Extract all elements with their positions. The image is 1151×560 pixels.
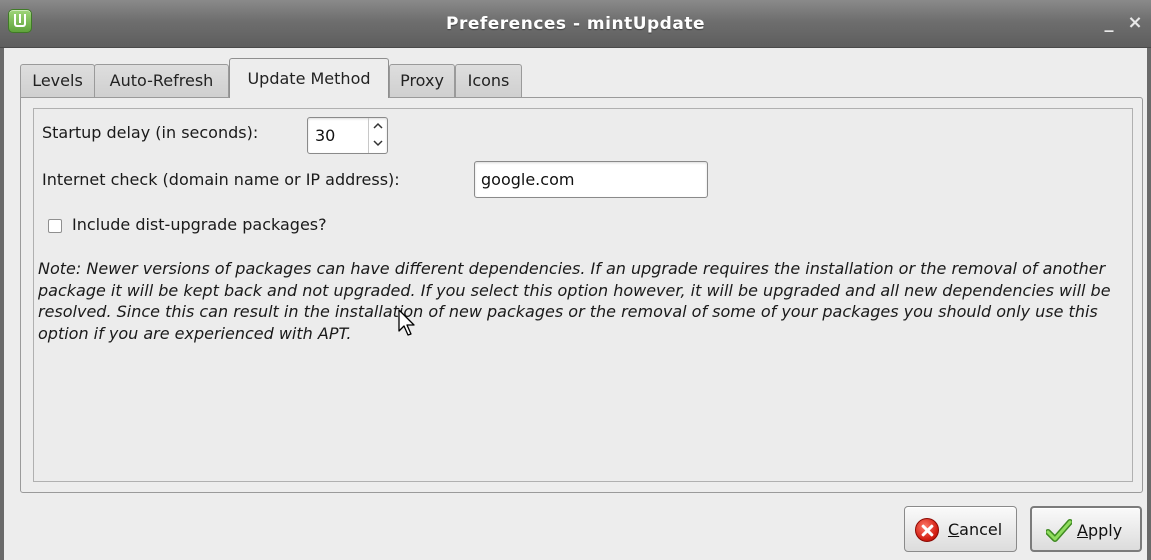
tab-levels[interactable]: Levels xyxy=(20,64,95,98)
window-title: Preferences - mintUpdate xyxy=(446,14,705,34)
close-button[interactable]: × xyxy=(1124,12,1146,34)
spin-down-icon[interactable] xyxy=(369,135,387,152)
spin-up-icon[interactable] xyxy=(369,118,387,135)
checkmark-icon xyxy=(1045,519,1073,543)
startup-delay-spinner[interactable]: 30 xyxy=(307,117,388,154)
cancel-label: Cancel xyxy=(948,520,1002,539)
cancel-button[interactable]: Cancel xyxy=(904,506,1017,552)
internet-check-input[interactable] xyxy=(474,161,708,198)
dist-upgrade-label[interactable]: Include dist-upgrade packages? xyxy=(72,215,327,234)
internet-check-label: Internet check (domain name or IP addres… xyxy=(42,170,400,189)
dist-upgrade-note: Note: Newer versions of packages can hav… xyxy=(38,259,1111,343)
spinner-arrows xyxy=(368,118,387,153)
mouse-pointer-icon xyxy=(398,309,415,336)
apply-label-rest: pply xyxy=(1087,521,1123,540)
startup-delay-value[interactable]: 30 xyxy=(315,126,335,145)
tab-proxy[interactable]: Proxy xyxy=(389,64,455,98)
startup-delay-label: Startup delay (in seconds): xyxy=(42,123,259,142)
dist-upgrade-checkbox[interactable] xyxy=(48,219,62,233)
tab-icons[interactable]: Icons xyxy=(455,64,522,98)
title-bar[interactable]: Preferences - mintUpdate _ × xyxy=(0,0,1151,48)
apply-mnemonic: A xyxy=(1077,521,1088,540)
window-border-right xyxy=(1147,48,1151,560)
cancel-mnemonic: C xyxy=(948,520,960,539)
apply-label: Apply xyxy=(1077,521,1122,540)
minimize-button[interactable]: _ xyxy=(1098,12,1120,34)
cancel-icon xyxy=(915,518,939,542)
window-border-left xyxy=(0,48,4,560)
apply-button[interactable]: Apply xyxy=(1030,506,1142,552)
tab-update-method[interactable]: Update Method xyxy=(229,58,389,98)
tab-auto-refresh[interactable]: Auto-Refresh xyxy=(94,64,229,98)
cancel-label-rest: ancel xyxy=(959,520,1003,539)
